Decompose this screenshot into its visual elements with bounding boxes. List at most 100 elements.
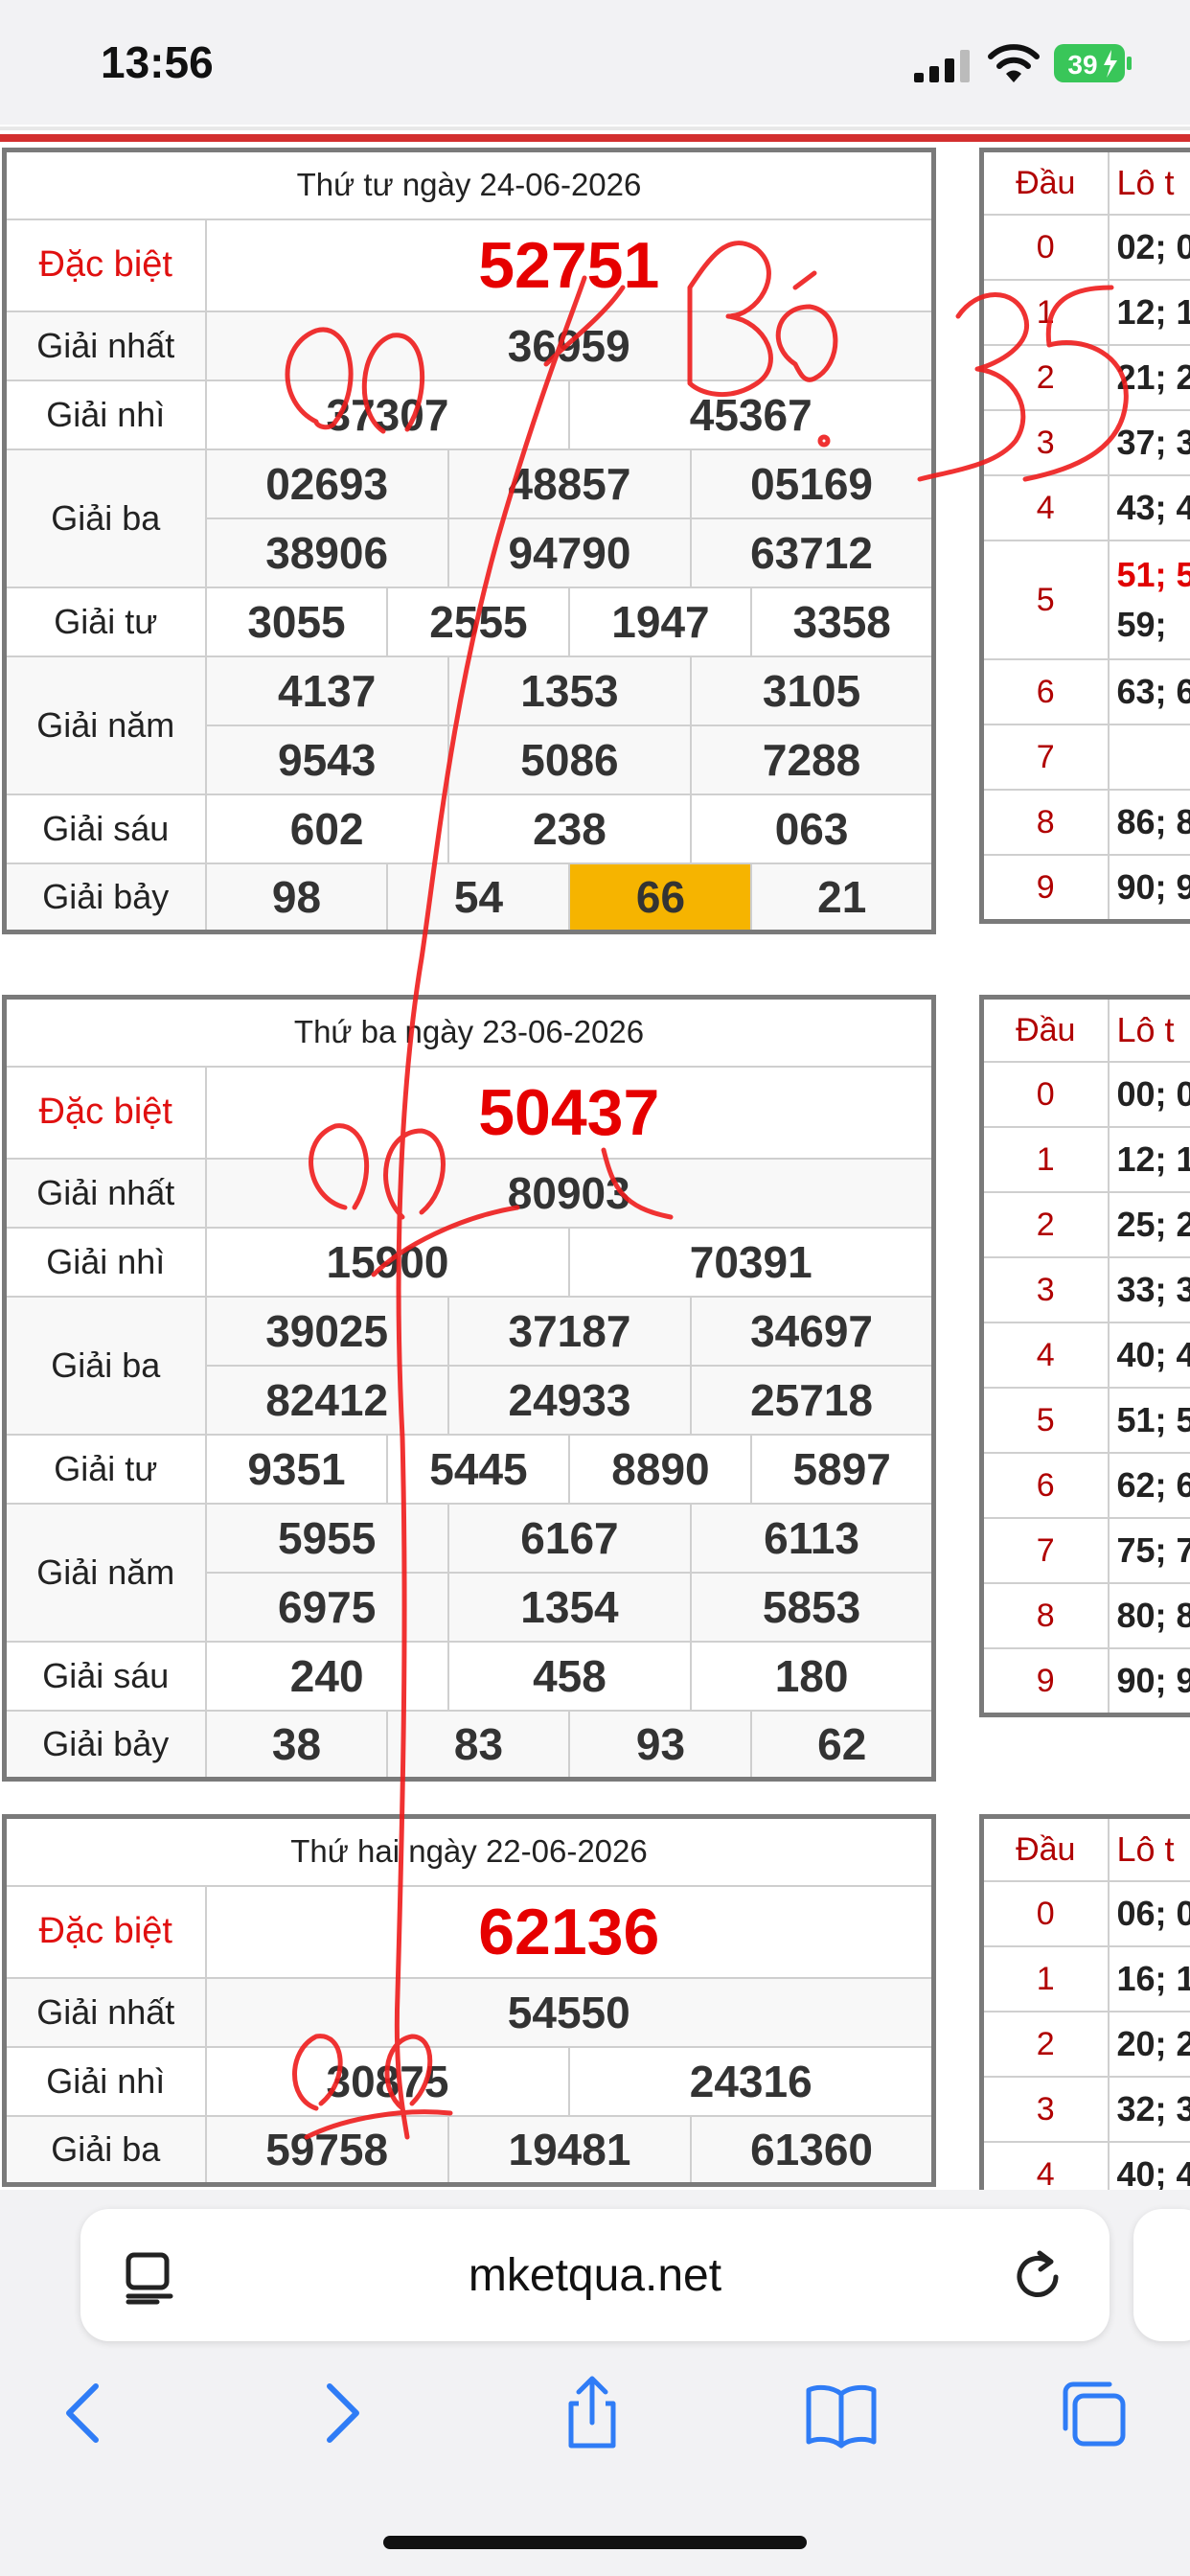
loto-values: [1107, 724, 1190, 791]
loto-values: 06; 0: [1107, 1880, 1190, 1947]
result-date: Thứ hai ngày 22-06-2026: [3, 1815, 935, 1887]
prize-label-sixth: Giải sáu: [3, 793, 207, 864]
back-icon[interactable]: [46, 2375, 123, 2451]
loto-values: 80; 8: [1107, 1582, 1190, 1649]
prize-number: 3105: [690, 655, 935, 726]
prize-number: 94790: [446, 517, 693, 588]
prize-label-special: Đặc biệt: [3, 1065, 207, 1160]
prize-number: 3358: [750, 586, 935, 657]
loto-values: 16; 1: [1107, 1945, 1190, 2012]
prize-number: 458: [446, 1640, 693, 1712]
loto-head: 7: [980, 724, 1110, 791]
loto-head: 4: [980, 474, 1110, 541]
loto-head: 1: [980, 1945, 1110, 2012]
prize-number: 2555: [386, 586, 571, 657]
prize-number: 82412: [204, 1364, 449, 1436]
prize-number: 24933: [446, 1364, 693, 1436]
prize-label-special: Đặc biệt: [3, 1884, 207, 1979]
prize-number: 24316: [568, 2045, 935, 2117]
loto-head: 0: [980, 1880, 1110, 1947]
address-bar[interactable]: mketqua.net: [80, 2209, 1110, 2341]
share-icon[interactable]: [554, 2375, 630, 2451]
prize-label-third: Giải ba: [3, 1295, 207, 1436]
forward-icon[interactable]: [303, 2375, 379, 2451]
loto-head: 2: [980, 1191, 1110, 1258]
loto-values: 90; 9: [1107, 1647, 1190, 1716]
loto-values: 40; 4: [1107, 1322, 1190, 1389]
prize-label-seventh: Giải bảy: [3, 1709, 207, 1781]
result-table: Thứ hai ngày 22-06-2026 Đặc biệt 62136 Gi…: [2, 1814, 936, 2187]
prize-number: 602: [204, 793, 449, 864]
prize-label-sixth: Giải sáu: [3, 1640, 207, 1712]
loto-header-loto: Lô t: [1107, 149, 1190, 216]
prize-number: 98: [204, 862, 389, 933]
prize-number: 1354: [446, 1571, 693, 1643]
prize-label-seventh: Giải bảy: [3, 862, 207, 933]
prize-number: 25718: [690, 1364, 935, 1436]
prize-number: 38906: [204, 517, 449, 588]
prize-number: 6167: [446, 1502, 693, 1574]
loto-values: 75; 7: [1107, 1517, 1190, 1584]
loto-value: 59;: [1116, 605, 1167, 644]
prize-number: 240: [204, 1640, 449, 1712]
loto-head: 0: [980, 1061, 1110, 1128]
prize-number: 063: [690, 793, 935, 864]
loto-values: 21; 2: [1107, 344, 1190, 411]
cellular-signal-icon: [914, 50, 970, 82]
prize-number: 45367: [568, 379, 935, 450]
loto-values: 02; 0: [1107, 214, 1190, 281]
special-prize-number: 50437: [204, 1065, 935, 1160]
loto-head: 5: [980, 540, 1110, 660]
loto-head: 3: [980, 2076, 1110, 2143]
loto-head: 4: [980, 1322, 1110, 1389]
prize-number: 39025: [204, 1295, 449, 1367]
prize-number: 05169: [690, 448, 935, 519]
prize-number: 8890: [568, 1433, 753, 1505]
prize-number: 37307: [204, 379, 571, 450]
special-prize-number: 62136: [204, 1884, 935, 1979]
prize-number: 63712: [690, 517, 935, 588]
prize-number: 9351: [204, 1433, 389, 1505]
loto-special-value: 51; 5: [1116, 555, 1190, 594]
prize-label-second: Giải nhì: [3, 1226, 207, 1298]
battery-icon: 39: [1054, 44, 1132, 82]
loto-values: 51; 5: [1107, 1387, 1190, 1454]
loto-values: 37; 3: [1107, 409, 1190, 476]
loto-values: 62; 6: [1107, 1452, 1190, 1519]
prize-label-second: Giải nhì: [3, 379, 207, 450]
loto-values: 90; 9: [1107, 854, 1190, 923]
loto-head: 1: [980, 1126, 1110, 1193]
prize-label-second: Giải nhì: [3, 2045, 207, 2117]
result-date: Thứ tư ngày 24-06-2026: [3, 149, 935, 220]
next-tab-preview[interactable]: [1133, 2209, 1190, 2341]
prize-number: 59758: [204, 2114, 449, 2186]
prize-number: 1353: [446, 655, 693, 726]
loto-values: 12; 1: [1107, 1126, 1190, 1193]
reload-icon[interactable]: [1010, 2249, 1065, 2305]
prize-number: 62: [750, 1709, 935, 1781]
home-indicator[interactable]: [383, 2536, 807, 2549]
site-header-bar: [0, 134, 1190, 142]
loto-head: 2: [980, 2011, 1110, 2078]
loto-head: 5: [980, 1387, 1110, 1454]
loto-head: 1: [980, 279, 1110, 346]
prize-label-third: Giải ba: [3, 448, 207, 588]
prize-label-fifth: Giải năm: [3, 655, 207, 795]
loto-head: 6: [980, 1452, 1110, 1519]
wifi-icon: [988, 44, 1040, 82]
loto-head: 6: [980, 658, 1110, 725]
url-text[interactable]: mketqua.net: [80, 2249, 1110, 2302]
prize-number: 6113: [690, 1502, 935, 1574]
prize-label-special: Đặc biệt: [3, 218, 207, 312]
bookmarks-icon[interactable]: [803, 2375, 880, 2451]
loto-head: 7: [980, 1517, 1110, 1584]
loto-values: 25; 2: [1107, 1191, 1190, 1258]
loto-head-table: Đầu Lô t 0 02; 0 1 12; 1 2 21; 2 3 37; 3 4 43;…: [979, 148, 1190, 924]
prize-number: 5853: [690, 1571, 935, 1643]
loto-values: 51; 5 59;: [1107, 540, 1190, 660]
prize-number: 34697: [690, 1295, 935, 1367]
prize-number: 180: [690, 1640, 935, 1712]
prize-number: 70391: [568, 1226, 935, 1298]
tabs-icon[interactable]: [1054, 2375, 1131, 2451]
loto-values: 20; 2: [1107, 2011, 1190, 2078]
